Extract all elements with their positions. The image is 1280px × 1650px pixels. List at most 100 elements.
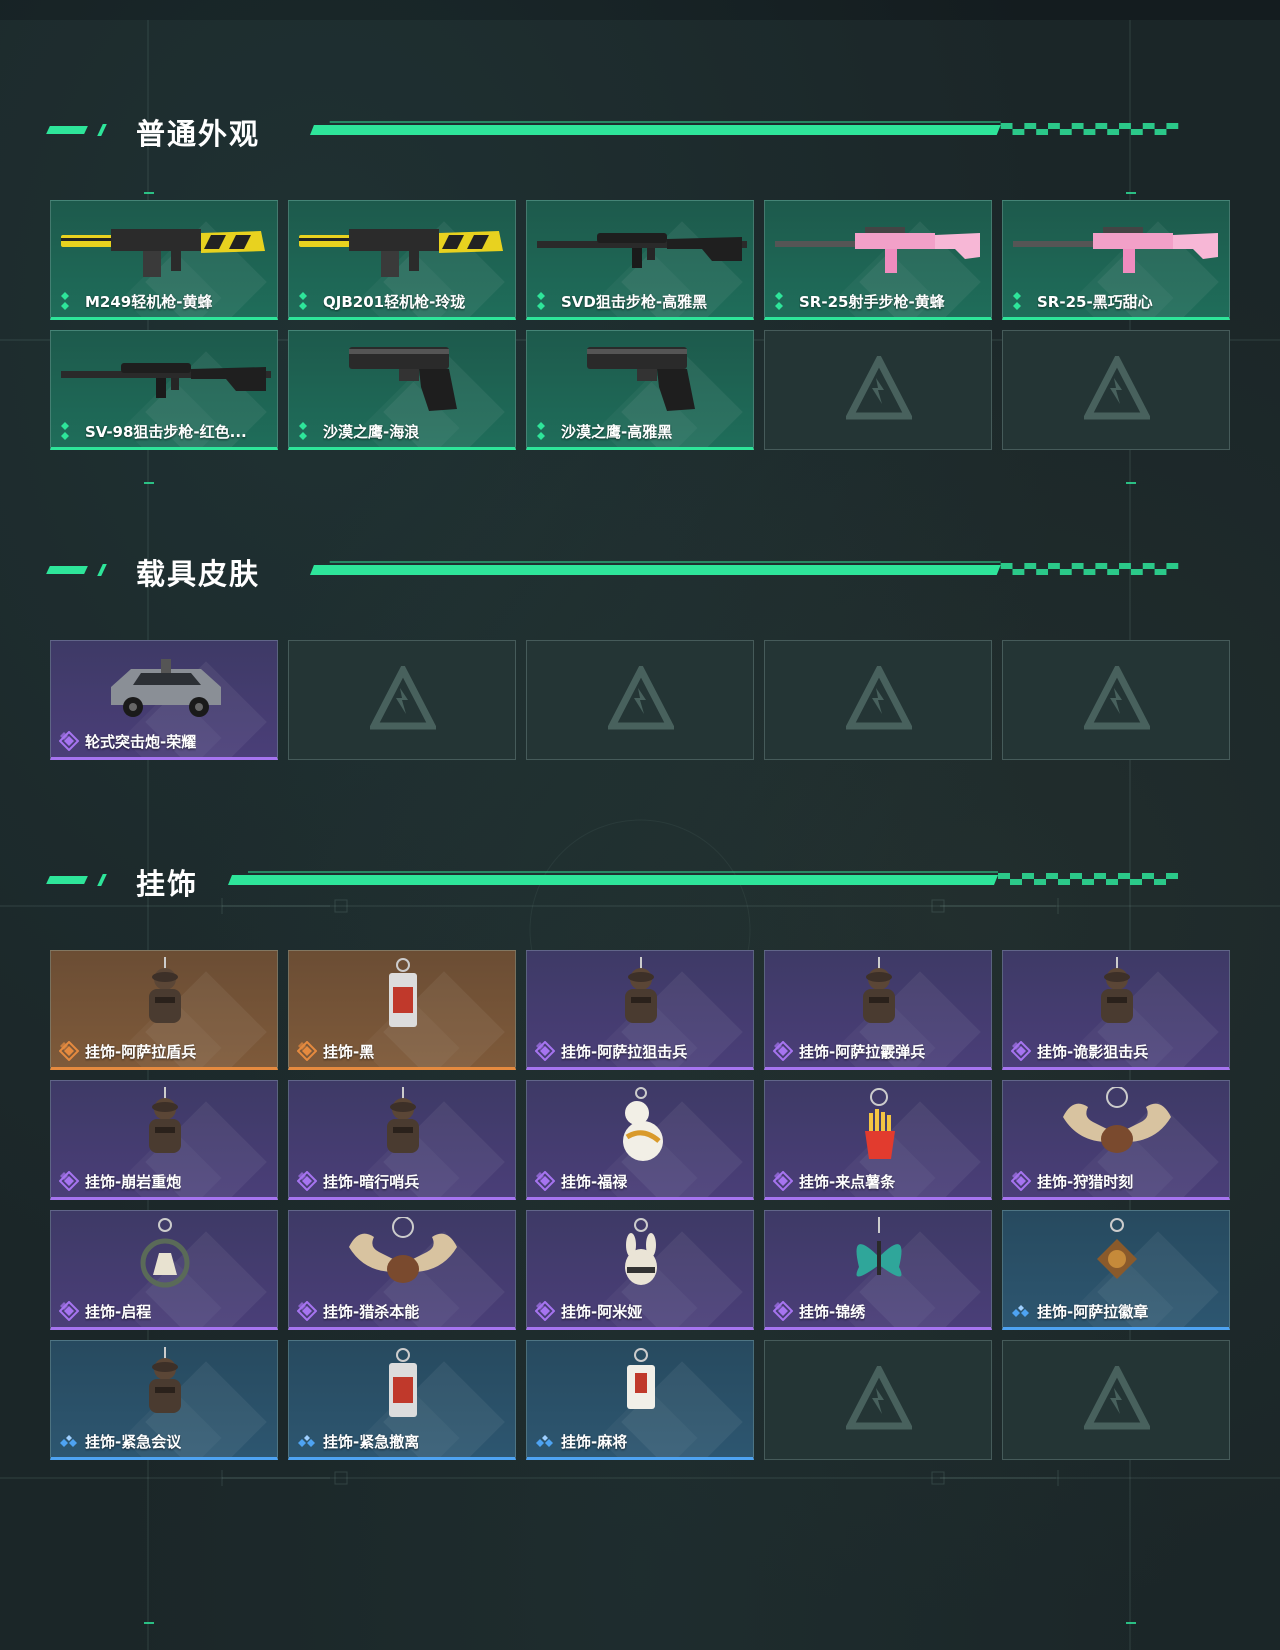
item-label: 挂饰-崩岩重炮: [85, 1172, 182, 1191]
item-label: 挂饰-阿米娅: [561, 1302, 643, 1321]
item-card[interactable]: QJB201轻机枪-玲珑: [288, 200, 516, 320]
empty-slot-logo-icon: [608, 666, 674, 732]
item-label-row: 挂饰-黑: [297, 1041, 509, 1061]
item-card[interactable]: 挂饰-黑: [288, 950, 516, 1070]
item-card[interactable]: 挂饰-紧急会议: [50, 1340, 278, 1460]
item-label: 挂饰-来点薯条: [799, 1172, 896, 1191]
item-card[interactable]: SR-25射手步枪-黄蜂: [764, 200, 992, 320]
charm-figure-icon: [527, 957, 753, 1037]
item-label: 挂饰-阿萨拉狙击兵: [561, 1042, 688, 1061]
charm-rabbit-icon: [527, 1217, 753, 1297]
rarity-purple-icon: [535, 1171, 555, 1191]
item-label-row: 挂饰-紧急撤离: [297, 1431, 509, 1451]
item-card[interactable]: 挂饰-猎杀本能: [288, 1210, 516, 1330]
item-card[interactable]: 挂饰-诡影狙击兵: [1002, 950, 1230, 1070]
header-dash: [97, 124, 107, 136]
item-card[interactable]: M249轻机枪-黄蜂: [50, 200, 278, 320]
item-label-row: 挂饰-崩岩重炮: [59, 1171, 271, 1191]
item-label: 挂饰-阿萨拉霰弹兵: [799, 1042, 926, 1061]
empty-slot-logo-icon: [846, 666, 912, 732]
item-label-row: 轮式突击炮-荣耀: [59, 731, 271, 751]
item-label-row: SV-98狙击步枪-红色...: [59, 421, 271, 441]
charm-antler-icon: [289, 1217, 515, 1297]
rarity-purple-icon: [773, 1041, 793, 1061]
item-label-row: 挂饰-阿萨拉霰弹兵: [773, 1041, 985, 1061]
empty-slot: [526, 640, 754, 760]
rarity-purple-icon: [297, 1301, 317, 1321]
item-label: 挂饰-猎杀本能: [323, 1302, 420, 1321]
rarity-purple-icon: [773, 1301, 793, 1321]
section-title: 挂饰: [136, 867, 199, 901]
item-card[interactable]: 挂饰-阿萨拉盾兵: [50, 950, 278, 1070]
empty-slot: [1002, 330, 1230, 450]
empty-slot-logo-icon: [370, 666, 436, 732]
item-label: QJB201轻机枪-玲珑: [323, 292, 466, 311]
charm-antler-icon: [1003, 1087, 1229, 1167]
item-label: 挂饰-诡影狙击兵: [1037, 1042, 1149, 1061]
item-label-row: 挂饰-暗行哨兵: [297, 1171, 509, 1191]
item-card[interactable]: 挂饰-暗行哨兵: [288, 1080, 516, 1200]
empty-slot-logo-icon: [846, 1366, 912, 1432]
item-card[interactable]: 挂饰-崩岩重炮: [50, 1080, 278, 1200]
hud-tick: [144, 1622, 154, 1624]
item-label: 挂饰-麻将: [561, 1432, 628, 1451]
item-label: SV-98狙击步枪-红色...: [85, 422, 247, 441]
item-card[interactable]: 挂饰-麻将: [526, 1340, 754, 1460]
item-card[interactable]: 挂饰-阿萨拉狙击兵: [526, 950, 754, 1070]
item-card[interactable]: 挂饰-来点薯条: [764, 1080, 992, 1200]
item-label-row: SR-25射手步枪-黄蜂: [773, 291, 985, 311]
rarity-green-icon: [59, 291, 79, 311]
item-label: 挂饰-黑: [323, 1042, 375, 1061]
item-card[interactable]: SVD狙击步枪-高雅黑: [526, 200, 754, 320]
charm-figure-icon: [51, 1347, 277, 1427]
charm-tag-icon: [289, 957, 515, 1037]
header-dash: [97, 874, 107, 886]
item-label-row: SR-25-黑巧甜心: [1011, 291, 1223, 311]
item-card[interactable]: 挂饰-阿萨拉徽章: [1002, 1210, 1230, 1330]
item-card[interactable]: 挂饰-阿米娅: [526, 1210, 754, 1330]
hud-tick: [144, 192, 154, 194]
item-label: 挂饰-紧急撤离: [323, 1432, 420, 1451]
charm-figure-icon: [289, 1087, 515, 1167]
charm-badge-icon: [1003, 1217, 1229, 1297]
charm-fries-icon: [765, 1087, 991, 1167]
section-title: 载具皮肤: [136, 557, 261, 591]
hud-tick: [1126, 1622, 1136, 1624]
item-card[interactable]: 挂饰-狩猎时刻: [1002, 1080, 1230, 1200]
item-card[interactable]: 沙漠之鹰-海浪: [288, 330, 516, 450]
item-card[interactable]: SV-98狙击步枪-红色...: [50, 330, 278, 450]
sniper-rifle-icon: [51, 337, 277, 417]
item-label: 沙漠之鹰-海浪: [323, 422, 420, 441]
item-card[interactable]: 沙漠之鹰-高雅黑: [526, 330, 754, 450]
item-card[interactable]: 挂饰-阿萨拉霰弹兵: [764, 950, 992, 1070]
rarity-green-icon: [773, 291, 793, 311]
rarity-green-icon: [297, 291, 317, 311]
charm-figure-icon: [51, 1087, 277, 1167]
item-label-row: 挂饰-锦绣: [773, 1301, 985, 1321]
rarity-green-icon: [1011, 291, 1031, 311]
item-label-row: 挂饰-启程: [59, 1301, 271, 1321]
item-label-row: 挂饰-来点薯条: [773, 1171, 985, 1191]
pistol-icon: [527, 337, 753, 417]
header-dash: [46, 566, 88, 574]
item-card[interactable]: 轮式突击炮-荣耀: [50, 640, 278, 760]
rarity-purple-icon: [1011, 1171, 1031, 1191]
charm-figure-icon: [1003, 957, 1229, 1037]
charm-butterfly-icon: [765, 1217, 991, 1297]
empty-slot-logo-icon: [1084, 666, 1150, 732]
item-label: 挂饰-阿萨拉盾兵: [85, 1042, 197, 1061]
item-label: 挂饰-阿萨拉徽章: [1037, 1302, 1149, 1321]
item-label-row: QJB201轻机枪-玲珑: [297, 291, 509, 311]
item-card[interactable]: SR-25-黑巧甜心: [1002, 200, 1230, 320]
rifle-icon: [765, 207, 991, 287]
empty-slot: [288, 640, 516, 760]
item-card[interactable]: 挂饰-启程: [50, 1210, 278, 1330]
section-title: 普通外观: [136, 117, 261, 151]
item-label-row: 挂饰-诡影狙击兵: [1011, 1041, 1223, 1061]
item-label-row: 挂饰-阿萨拉狙击兵: [535, 1041, 747, 1061]
item-label: 挂饰-狩猎时刻: [1037, 1172, 1134, 1191]
item-card[interactable]: 挂饰-紧急撤离: [288, 1340, 516, 1460]
rarity-blue-icon: [535, 1431, 555, 1451]
item-card[interactable]: 挂饰-福禄: [526, 1080, 754, 1200]
item-card[interactable]: 挂饰-锦绣: [764, 1210, 992, 1330]
